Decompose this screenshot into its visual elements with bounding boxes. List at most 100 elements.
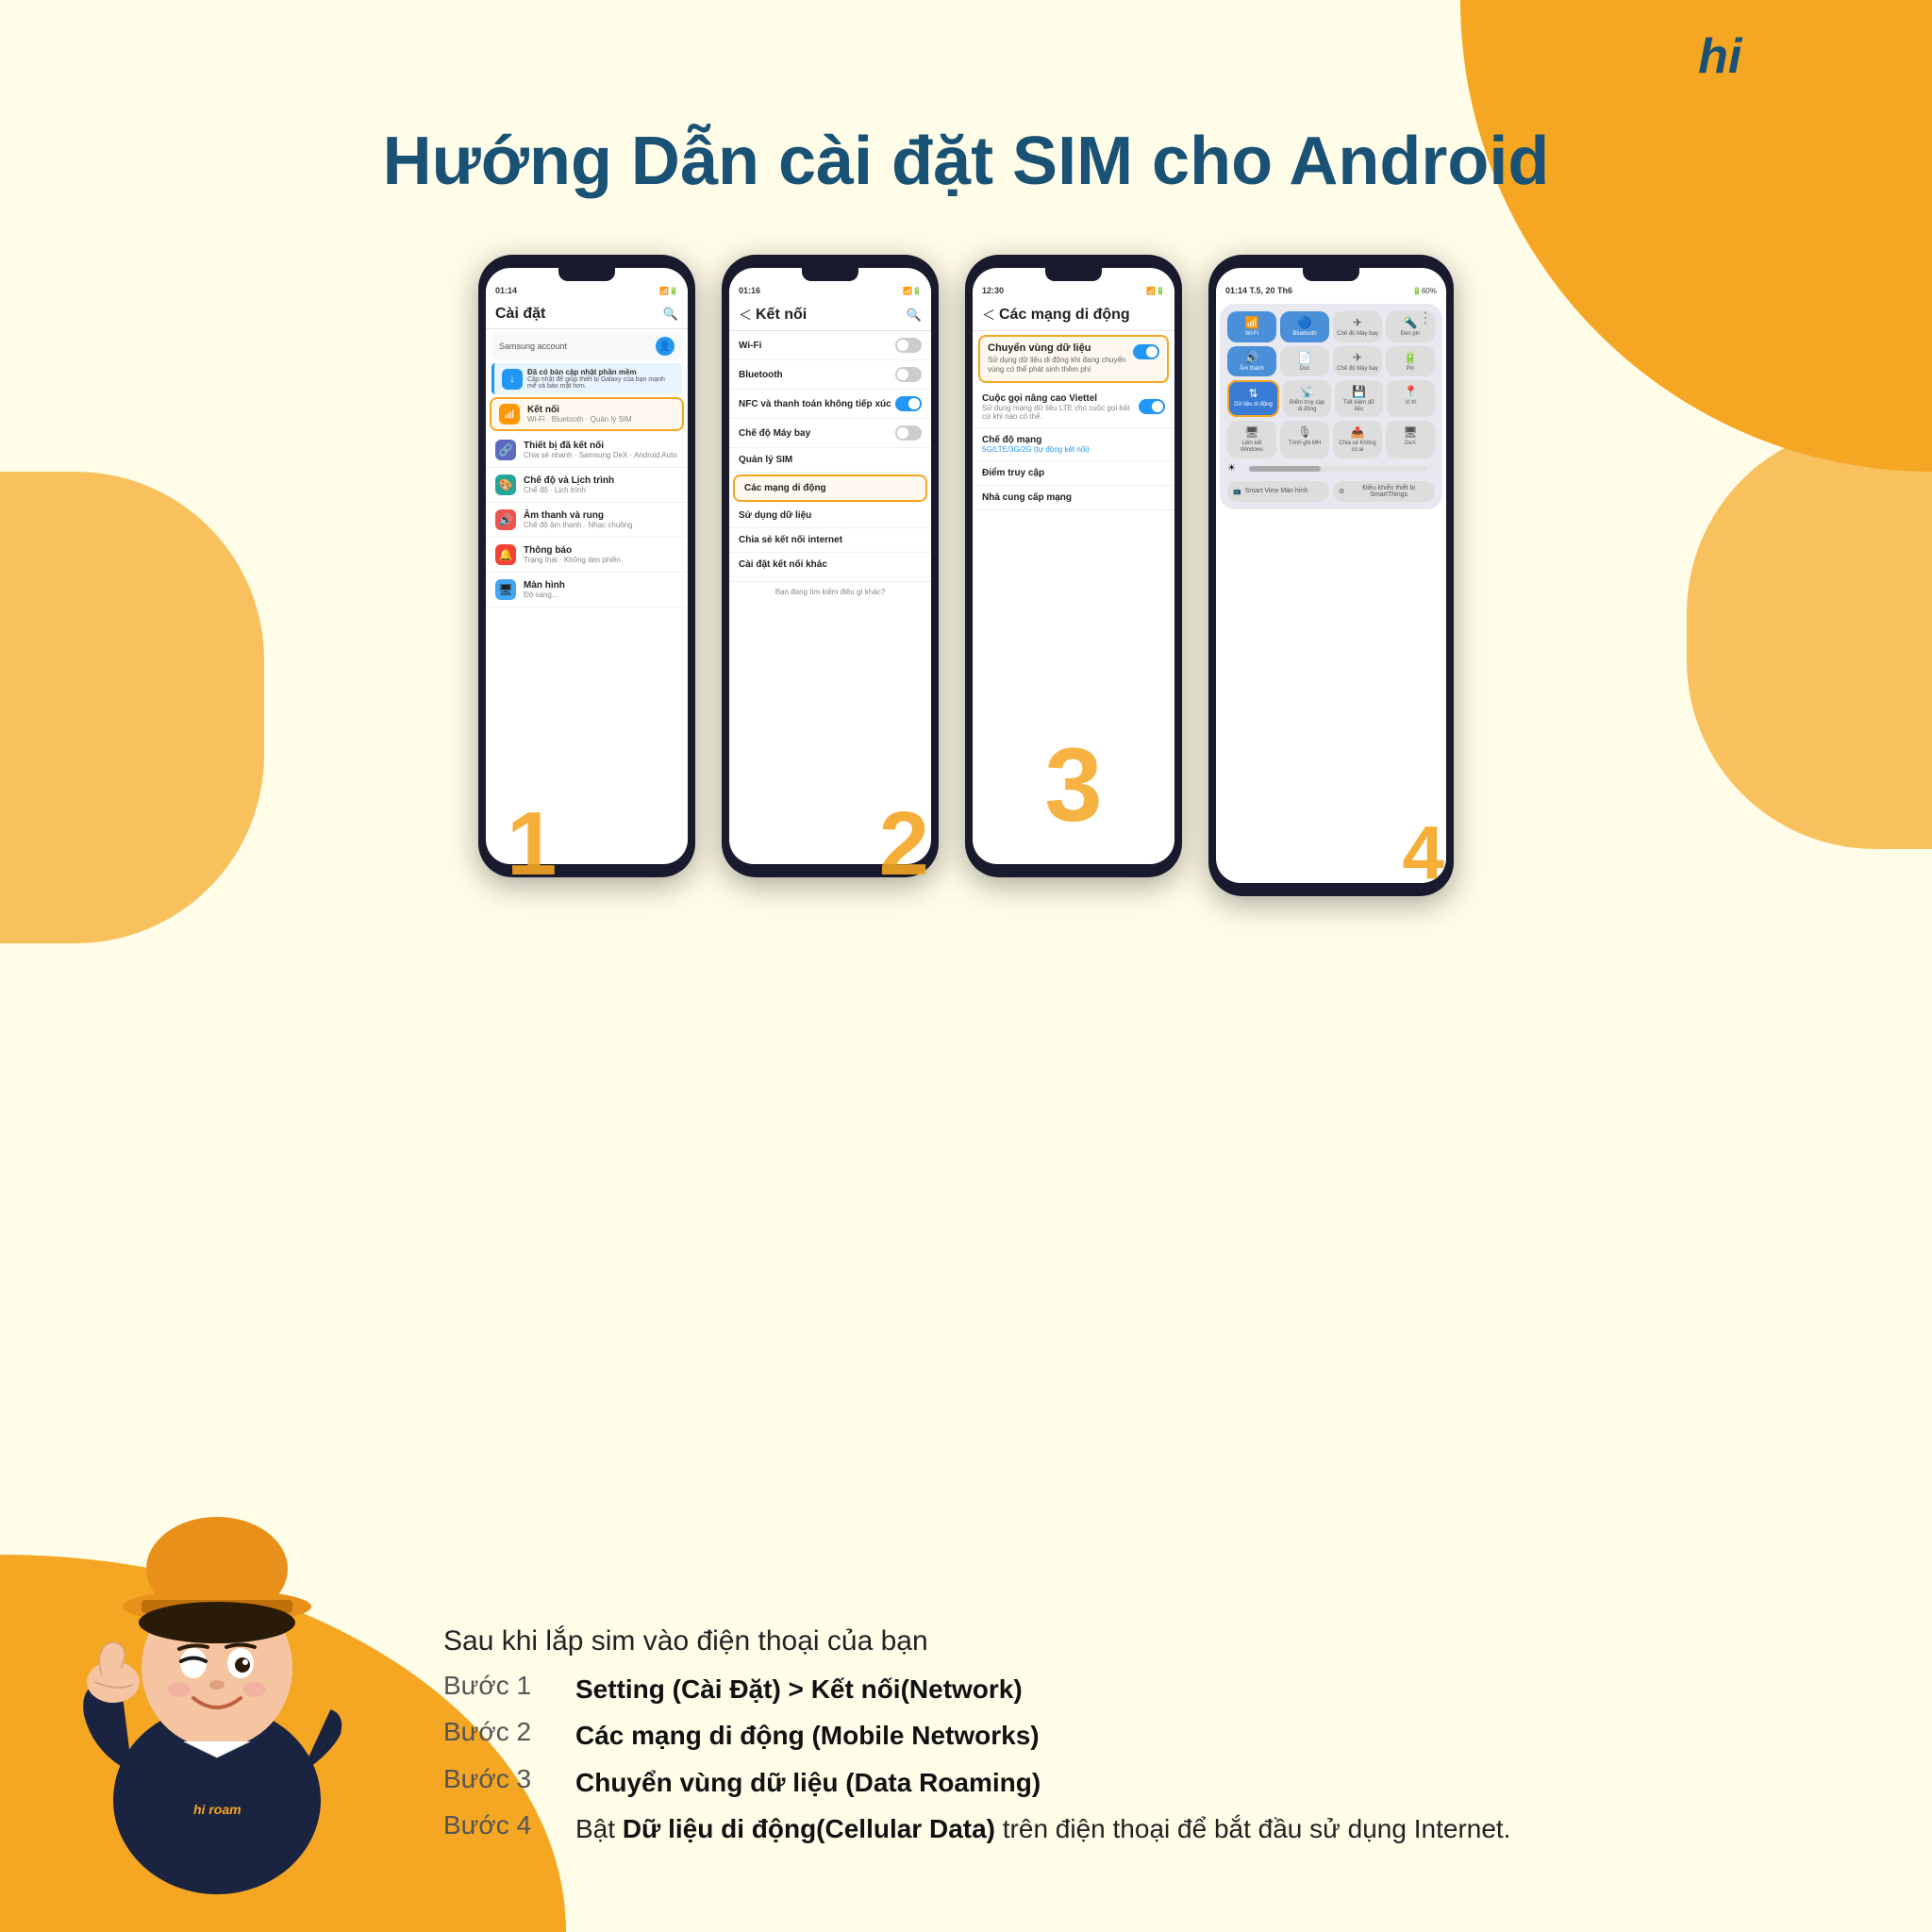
- carrier-title: Nhà cung cấp mạng: [982, 492, 1165, 503]
- qs-dex-icon: 🖥: [1403, 425, 1417, 439]
- brightness-bar[interactable]: [1249, 466, 1427, 472]
- qs-recorder-tile[interactable]: 🎙 Trình ghi MH: [1280, 421, 1329, 458]
- qs-airplane-icon: ✈: [1353, 316, 1362, 329]
- quick-settings-panel: ⋮ 📶 Wi-Fi 🔵 Bluetooth ✈ Chế: [1220, 304, 1442, 509]
- qs-dex-label: DeX: [1405, 441, 1416, 447]
- menu-voLte[interactable]: Cuộc gọi nâng cao Viettel Sử dụng mạng d…: [973, 387, 1174, 428]
- qs-bottom-row: 📺 Smart View Màn hình ⚙ Điều khiển thiết…: [1227, 481, 1435, 502]
- step-4-text: Bật Dữ liệu di động(Cellular Data) trên …: [575, 1810, 1510, 1847]
- menu-apn[interactable]: Điểm truy cập: [973, 461, 1174, 486]
- qs-recorder-label: Trình ghi MH: [1289, 441, 1321, 447]
- qs-smartthings-icon: ⚙: [1339, 488, 1344, 495]
- voLte-sub: Sử dụng mạng dữ liệu LTE cho cuộc gọi bấ…: [982, 404, 1139, 421]
- thietBi-icon: 🔗: [495, 440, 516, 460]
- voLte-toggle[interactable]: [1139, 399, 1165, 414]
- qs-share-tile[interactable]: 📤 Chia sẻ Không có ai: [1333, 421, 1382, 458]
- qs-bluetooth-tile[interactable]: 🔵 Bluetooth: [1280, 311, 1329, 342]
- phone-4-notch: [1303, 268, 1359, 281]
- hotspot-title: Chia sẻ kết nối internet: [739, 535, 922, 545]
- phone-2-back-area: ＜ Kết nối: [739, 306, 807, 325]
- qs-doc-tile[interactable]: 📄 Doc: [1280, 346, 1329, 377]
- qs-datasave-tile[interactable]: 💾 Tiết kiệm dữ liệu: [1335, 380, 1383, 417]
- voLte-content: Cuộc gọi nâng cao Viettel Sử dụng mạng d…: [982, 393, 1139, 421]
- qs-location-tile[interactable]: 📍 Vị trí: [1387, 380, 1435, 417]
- qs-airplane2-tile[interactable]: ✈ Chế độ Máy bay: [1333, 346, 1382, 377]
- menu-item-manHinh[interactable]: 🖥 Màn hình Độ sáng...: [486, 573, 688, 608]
- qs-smartview-label: Smart View Màn hình: [1245, 488, 1308, 494]
- networkMode-sub: 5G/LTE/3G/2G (tự động kết nối): [982, 445, 1165, 454]
- qs-hotspot-tile[interactable]: 📡 Điểm truy cập di động: [1283, 380, 1331, 417]
- flight-title: Chế độ Máy bay: [739, 428, 895, 439]
- qs-wifi-tile[interactable]: 📶 Wi-Fi: [1227, 311, 1276, 342]
- qs-row-3: ⇅ Dữ liệu di động 📡 Điểm truy cập di độn…: [1227, 380, 1435, 417]
- menu-item-ketNoi[interactable]: 📶 Kết nối Wi-Fi · Bluetooth · Quản lý SI…: [490, 397, 684, 431]
- qs-smartview-tile[interactable]: 📺 Smart View Màn hình: [1227, 481, 1329, 502]
- qs-share-label: Chia sẻ Không có ai: [1337, 441, 1378, 453]
- menu-bluetooth[interactable]: Bluetooth: [729, 360, 931, 390]
- instruction-intro: Sau khi lắp sim vào điện thoại của bạn: [443, 1625, 1857, 1657]
- step-1-text: Setting (Cài Đặt) > Kết nối(Network): [575, 1671, 1023, 1707]
- bluetooth-toggle[interactable]: [895, 367, 922, 382]
- roaming-toggle[interactable]: [1133, 344, 1159, 359]
- phone-1-header: Cài đặt 🔍: [486, 300, 688, 329]
- qs-sound-tile[interactable]: 🔊 Âm thanh: [1227, 346, 1276, 377]
- menu-connSettings[interactable]: Cài đặt kết nối khác: [729, 553, 931, 577]
- menu-nfc[interactable]: NFC và thanh toán không tiếp xúc: [729, 390, 931, 419]
- menu-dataUsage[interactable]: Sử dụng dữ liệu: [729, 504, 931, 528]
- menu-hotspot[interactable]: Chia sẻ kết nối internet: [729, 528, 931, 553]
- menu-item-cheDoLichTrinh[interactable]: 🎨 Chế độ và Lịch trình Chế độ · Lịch trì…: [486, 468, 688, 503]
- menu-wifi[interactable]: Wi-Fi: [729, 331, 931, 360]
- menu-item-thietBi[interactable]: 🔗 Thiết bị đã kết nối Chia sẻ nhanh · Sa…: [486, 433, 688, 468]
- menu-flight[interactable]: Chế độ Máy bay: [729, 419, 931, 448]
- qs-dex-tile[interactable]: 🖥 DeX: [1386, 421, 1435, 458]
- phone-2-status-icons: 📶🔋: [903, 287, 922, 295]
- phone-4-screen: 01:14 T.5, 20 Th6 🔋60% ⋮ 📶 Wi-Fi 🔵: [1216, 268, 1446, 883]
- nfc-toggle[interactable]: [895, 396, 922, 411]
- voLte-title: Cuộc gọi nâng cao Viettel: [982, 393, 1139, 404]
- samsung-account-label: Samsung account: [499, 341, 567, 351]
- phone-1-status-bar: 01:14 📶🔋: [486, 281, 688, 300]
- qs-data-tile[interactable]: ⇅ Dữ liệu di động: [1227, 380, 1279, 417]
- manHinh-title: Màn hình: [524, 580, 678, 591]
- search-footer: Bạn đang tìm kiếm điều gì khác?: [729, 581, 931, 602]
- phone-1-time: 01:14: [495, 286, 517, 295]
- menu-item-thongBao[interactable]: 🔔 Thông báo Trạng thái · Không làm phiền: [486, 538, 688, 573]
- wifi-toggle[interactable]: [895, 338, 922, 353]
- qs-battery-tile[interactable]: 🔋 Pin: [1386, 346, 1435, 377]
- qs-more-button[interactable]: ⋮: [1418, 308, 1433, 327]
- qs-smartthings-tile[interactable]: ⚙ Điều khiển thiết bị SmartThings: [1333, 481, 1435, 502]
- instruction-row-2: Bước 2 Các mạng di động (Mobile Networks…: [443, 1717, 1857, 1754]
- flight-toggle[interactable]: [895, 425, 922, 441]
- connSettings-content: Cài đặt kết nối khác: [739, 559, 922, 570]
- phone-3-back-area: ＜ Các mạng di động: [982, 306, 1130, 325]
- menu-networkMode[interactable]: Chế độ mạng 5G/LTE/3G/2G (tự động kết nố…: [973, 428, 1174, 461]
- qs-linkwindows-icon: 🖥: [1244, 425, 1258, 439]
- qs-linkwindows-tile[interactable]: 🖥 Liên kết Windows: [1227, 421, 1276, 458]
- phone-3-back-icon[interactable]: ＜: [982, 306, 995, 325]
- roaming-section[interactable]: Chuyển vùng dữ liệu Sử dụng dữ liệu di đ…: [978, 335, 1169, 383]
- step-3-text: Chuyển vùng dữ liệu (Data Roaming): [575, 1764, 1041, 1801]
- phone-2-header: ＜ Kết nối 🔍: [729, 300, 931, 331]
- logo-roam: roam: [1756, 29, 1875, 84]
- qs-wifi-icon: 📶: [1245, 316, 1259, 329]
- qs-airplane-tile[interactable]: ✈ Chế độ Máy bay: [1333, 311, 1382, 342]
- page-title: Hướng Dẫn cài đặt SIM cho Android: [0, 123, 1932, 200]
- menu-carrier[interactable]: Nhà cung cấp mạng: [973, 486, 1174, 510]
- menu-item-amThanh[interactable]: 🔊 Âm thanh và rung Chế độ âm thanh · Nhạ…: [486, 503, 688, 538]
- qs-airplane2-icon: ✈: [1353, 351, 1362, 364]
- phone-2-back-icon[interactable]: ＜: [739, 306, 752, 325]
- phone-1-search-icon[interactable]: 🔍: [663, 307, 678, 322]
- wifi-title: Wi-Fi: [739, 341, 895, 351]
- qs-sound-label: Âm thanh: [1240, 366, 1264, 373]
- step-number-4: 4: [1403, 809, 1445, 896]
- step-number-2: 2: [879, 792, 929, 896]
- qs-doc-label: Doc: [1300, 366, 1310, 373]
- phone-3-wrapper: 12:30 📶🔋 ＜ Các mạng di động Chuyển vùng …: [965, 255, 1182, 915]
- menu-simManage[interactable]: Quản lý SIM: [729, 448, 931, 473]
- menu-mobileNetworks[interactable]: Các mạng di động: [733, 475, 927, 502]
- qs-hotspot-label: Điểm truy cập di động: [1287, 400, 1327, 412]
- nfc-title: NFC và thanh toán không tiếp xúc: [739, 399, 895, 409]
- phone-1-screen: 01:14 📶🔋 Cài đặt 🔍 Samsung account 👤 ↓ Đ…: [486, 268, 688, 864]
- phone-2-search-icon[interactable]: 🔍: [907, 308, 922, 323]
- apn-title: Điểm truy cập: [982, 468, 1165, 478]
